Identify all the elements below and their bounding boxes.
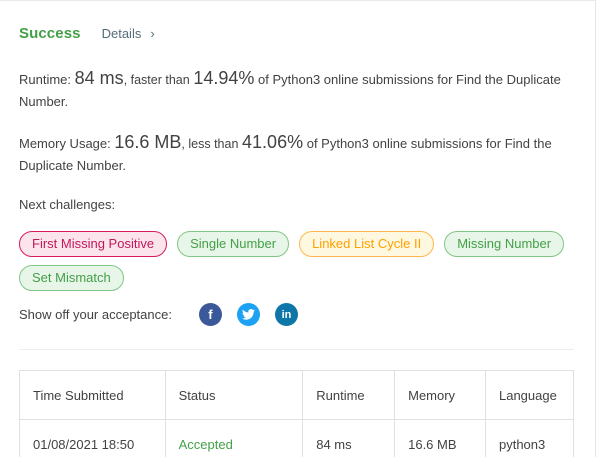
challenge-tag-linked-list-cycle-ii[interactable]: Linked List Cycle II: [299, 231, 435, 257]
memory-value: 16.6 MB: [114, 132, 182, 152]
share-row: Show off your acceptance: f in: [19, 303, 298, 326]
challenge-tag-set-mismatch[interactable]: Set Mismatch: [19, 265, 124, 291]
next-challenges-list: First Missing Positive Single Number Lin…: [19, 231, 579, 291]
twitter-icon[interactable]: [236, 303, 260, 326]
facebook-icon[interactable]: f: [198, 303, 222, 326]
details-link[interactable]: Details ›: [102, 26, 155, 41]
cell-memory: 16.6 MB: [394, 419, 486, 457]
runtime-percent: 14.94%: [193, 68, 255, 88]
cell-language: python3: [484, 419, 575, 457]
memory-label: Memory Usage:: [19, 136, 111, 151]
memory-middle: , less than: [181, 137, 239, 151]
cell-runtime: 84 ms: [302, 419, 396, 457]
challenge-tag-first-missing-positive[interactable]: First Missing Positive: [19, 231, 168, 257]
next-challenges-label: Next challenges:: [19, 197, 116, 212]
result-header: Success Details ›: [19, 25, 155, 42]
submission-result-panel: Success Details › Runtime: 84 ms, faster…: [0, 0, 596, 457]
column-header-time-submitted[interactable]: Time Submitted: [19, 370, 166, 420]
challenge-tag-missing-number[interactable]: Missing Number: [444, 231, 565, 257]
challenge-tag-single-number[interactable]: Single Number: [177, 231, 290, 257]
runtime-value: 84 ms: [74, 68, 124, 88]
column-header-runtime[interactable]: Runtime: [302, 370, 396, 420]
share-label: Show off your acceptance:: [19, 307, 172, 322]
memory-stat: Memory Usage: 16.6 MB, less than 41.06% …: [19, 131, 579, 177]
divider: [19, 349, 574, 350]
column-header-status[interactable]: Status: [164, 370, 304, 420]
runtime-label: Runtime:: [19, 72, 72, 87]
chevron-right-icon: ›: [150, 26, 155, 41]
runtime-stat: Runtime: 84 ms, faster than 14.94% of Py…: [19, 67, 579, 113]
table-header-row: Time Submitted Status Runtime Memory Lan…: [19, 370, 575, 420]
twitter-bird-glyph: [241, 309, 255, 320]
status-label: Success: [19, 25, 81, 42]
table-row: 01/08/2021 18:50 Accepted 84 ms 16.6 MB …: [19, 419, 575, 457]
memory-percent: 41.06%: [242, 132, 304, 152]
submissions-table: Time Submitted Status Runtime Memory Lan…: [19, 370, 575, 457]
details-label: Details: [101, 26, 142, 41]
cell-status-link[interactable]: Accepted: [164, 419, 304, 457]
cell-time-submitted: 01/08/2021 18:50: [19, 419, 166, 457]
column-header-language[interactable]: Language: [484, 370, 575, 420]
column-header-memory[interactable]: Memory: [394, 370, 486, 420]
linkedin-icon[interactable]: in: [274, 303, 298, 326]
runtime-middle: , faster than: [123, 73, 190, 87]
